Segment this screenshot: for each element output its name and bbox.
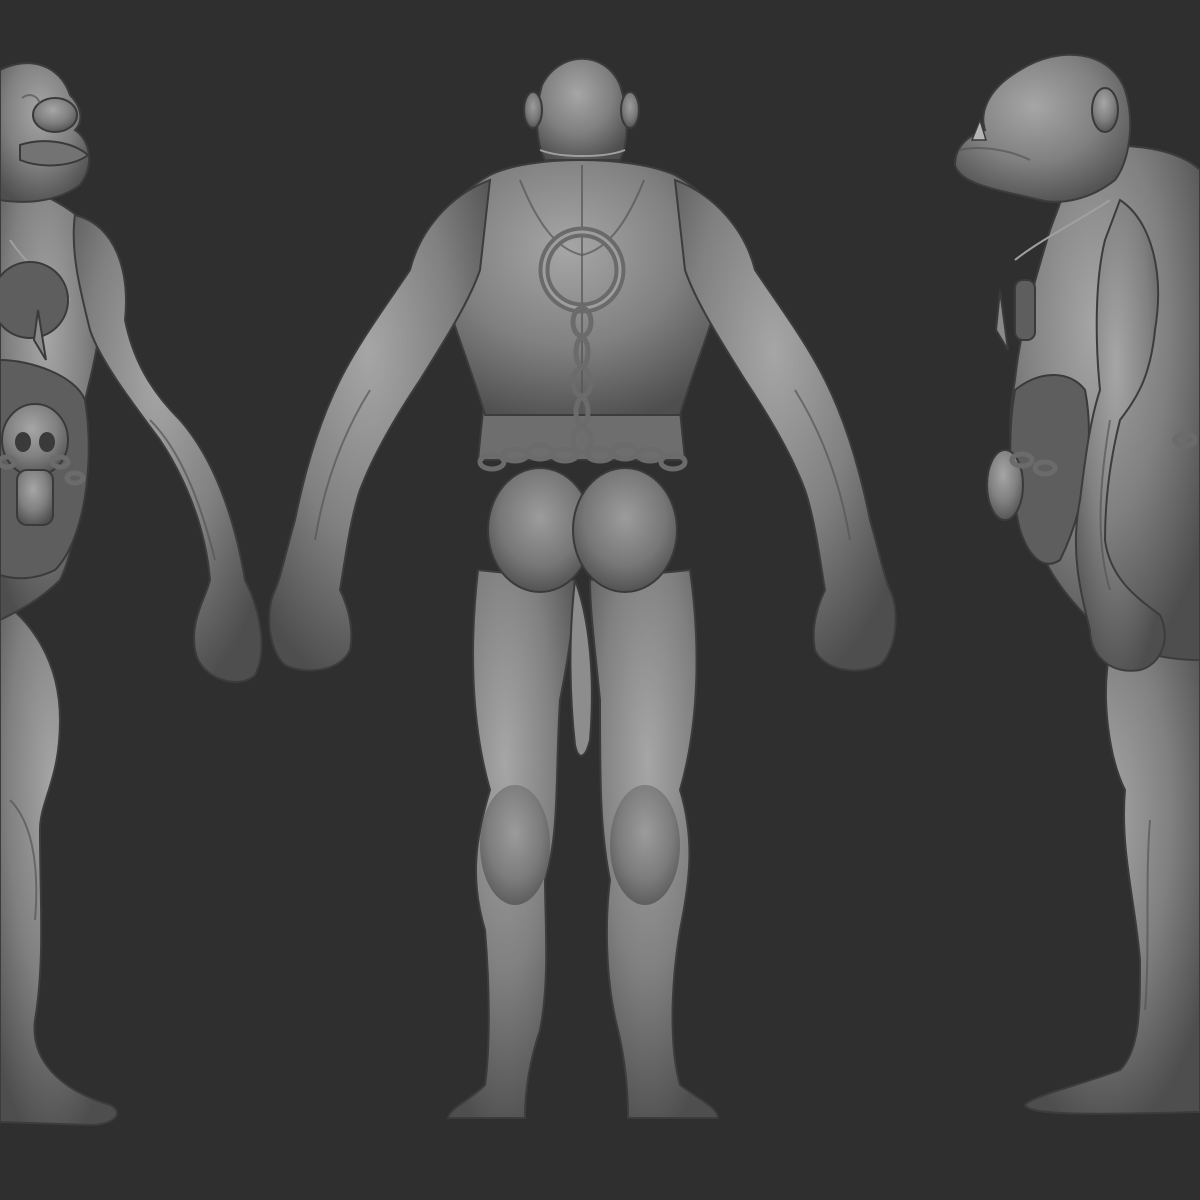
sculpt-viewport [0, 0, 1200, 1200]
orc-turnaround-render [0, 53, 1200, 1127]
orc-front-view [0, 62, 263, 1127]
orc-side-view [953, 53, 1200, 1115]
orc-back-view [268, 57, 897, 1119]
